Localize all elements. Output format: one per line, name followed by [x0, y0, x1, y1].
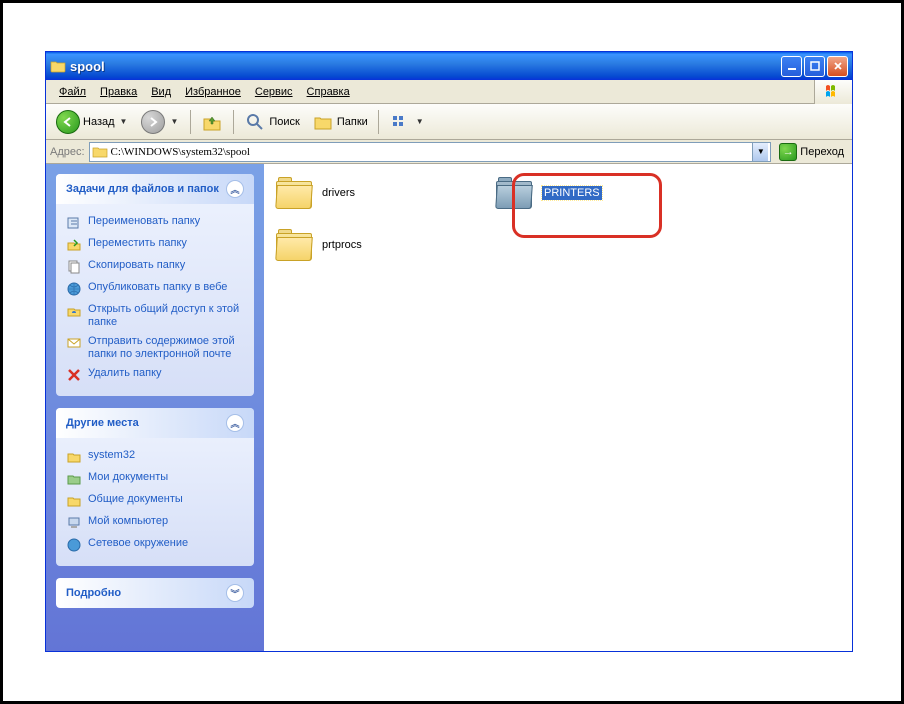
details-panel: Подробно ︾	[56, 578, 254, 608]
folder-label: prtprocs	[322, 239, 362, 251]
forward-arrow-icon	[141, 110, 165, 134]
folder-icon	[50, 58, 66, 74]
folder-prtprocs[interactable]: prtprocs	[272, 224, 462, 266]
go-arrow-icon: →	[779, 143, 797, 161]
folders-label: Папки	[337, 116, 368, 128]
task-copy[interactable]: Скопировать папку	[66, 256, 244, 278]
minimize-button[interactable]	[781, 56, 802, 77]
go-button[interactable]: → Переход	[775, 143, 848, 161]
address-dropdown[interactable]: ▼	[752, 143, 768, 161]
places-title: Другие места	[66, 417, 139, 429]
places-panel: Другие места ︽ system32 Мои документы Об…	[56, 408, 254, 566]
address-bar: Адрес: ▼ → Переход	[46, 140, 852, 164]
chevron-down-icon: ▼	[118, 117, 130, 126]
menu-tools[interactable]: Сервис	[248, 84, 300, 100]
details-title: Подробно	[66, 587, 121, 599]
folder-up-icon	[201, 111, 223, 133]
task-move[interactable]: Переместить папку	[66, 234, 244, 256]
globe-icon	[66, 281, 82, 297]
place-mycomputer[interactable]: Мой компьютер	[66, 512, 244, 534]
menu-view[interactable]: Вид	[144, 84, 178, 100]
folder-icon	[274, 175, 314, 211]
copy-icon	[66, 259, 82, 275]
folder-content[interactable]: drivers PRINTERS prtprocs	[264, 164, 852, 651]
views-icon	[389, 111, 411, 133]
titlebar[interactable]: spool	[46, 52, 852, 80]
folder-printers[interactable]: PRINTERS	[492, 172, 682, 214]
documents-icon	[66, 471, 82, 487]
delete-icon	[66, 367, 82, 383]
menu-file[interactable]: Файл	[52, 84, 93, 100]
task-publish[interactable]: Опубликовать папку в вебе	[66, 278, 244, 300]
place-system32[interactable]: system32	[66, 446, 244, 468]
separator	[233, 110, 234, 134]
chevron-down-icon: ▼	[168, 117, 180, 126]
search-label: Поиск	[269, 116, 299, 128]
folder-drivers[interactable]: drivers	[272, 172, 462, 214]
address-label: Адрес:	[50, 146, 85, 158]
separator	[378, 110, 379, 134]
address-input[interactable]	[111, 146, 750, 158]
task-delete[interactable]: Удалить папку	[66, 364, 244, 386]
share-icon	[66, 303, 82, 319]
folder-label: PRINTERS	[542, 186, 602, 200]
folders-icon	[312, 111, 334, 133]
back-label: Назад	[83, 116, 115, 128]
close-button[interactable]	[827, 56, 848, 77]
go-label: Переход	[800, 146, 844, 158]
place-shareddocs[interactable]: Общие документы	[66, 490, 244, 512]
menu-help[interactable]: Справка	[300, 84, 357, 100]
move-icon	[66, 237, 82, 253]
search-button[interactable]: Поиск	[239, 108, 304, 136]
explorer-window: spool Файл Правка Вид Избранное Сервис С…	[45, 51, 853, 652]
places-panel-header[interactable]: Другие места ︽	[56, 408, 254, 438]
network-icon	[66, 537, 82, 553]
collapse-icon: ︽	[226, 414, 244, 432]
folder-label: drivers	[322, 187, 355, 199]
chevron-down-icon: ▼	[414, 117, 426, 126]
place-network[interactable]: Сетевое окружение	[66, 534, 244, 556]
shared-folder-icon	[66, 493, 82, 509]
folder-icon	[66, 449, 82, 465]
folder-icon	[274, 227, 314, 263]
task-rename[interactable]: Переименовать папку	[66, 212, 244, 234]
tasks-title: Задачи для файлов и папок	[66, 183, 219, 195]
details-panel-header[interactable]: Подробно ︾	[56, 578, 254, 608]
windows-flag-icon	[814, 80, 852, 104]
menu-favorites[interactable]: Избранное	[178, 84, 248, 100]
search-icon	[244, 111, 266, 133]
menubar: Файл Правка Вид Избранное Сервис Справка	[46, 80, 852, 104]
collapse-icon: ︽	[226, 180, 244, 198]
maximize-button[interactable]	[804, 56, 825, 77]
task-email[interactable]: Отправить содержимое этой папки по элект…	[66, 332, 244, 364]
up-button[interactable]	[196, 108, 228, 136]
forward-button[interactable]: ▼	[136, 107, 185, 137]
back-button[interactable]: Назад ▼	[51, 107, 134, 137]
toolbar: Назад ▼ ▼ Поиск Папки ▼	[46, 104, 852, 140]
tasks-panel: Задачи для файлов и папок ︽ Переименоват…	[56, 174, 254, 396]
views-button[interactable]: ▼	[384, 108, 431, 136]
folder-icon	[494, 175, 534, 211]
menu-edit[interactable]: Правка	[93, 84, 144, 100]
folder-icon	[92, 144, 108, 160]
place-mydocs[interactable]: Мои документы	[66, 468, 244, 490]
mail-icon	[66, 335, 82, 351]
expand-icon: ︾	[226, 584, 244, 602]
computer-icon	[66, 515, 82, 531]
address-input-wrapper[interactable]: ▼	[89, 142, 772, 162]
separator	[190, 110, 191, 134]
tasks-panel-header[interactable]: Задачи для файлов и папок ︽	[56, 174, 254, 204]
window-title: spool	[70, 59, 781, 74]
task-share[interactable]: Открыть общий доступ к этой папке	[66, 300, 244, 332]
sidebar: Задачи для файлов и папок ︽ Переименоват…	[46, 164, 264, 651]
back-arrow-icon	[56, 110, 80, 134]
folders-button[interactable]: Папки	[307, 108, 373, 136]
rename-icon	[66, 215, 82, 231]
